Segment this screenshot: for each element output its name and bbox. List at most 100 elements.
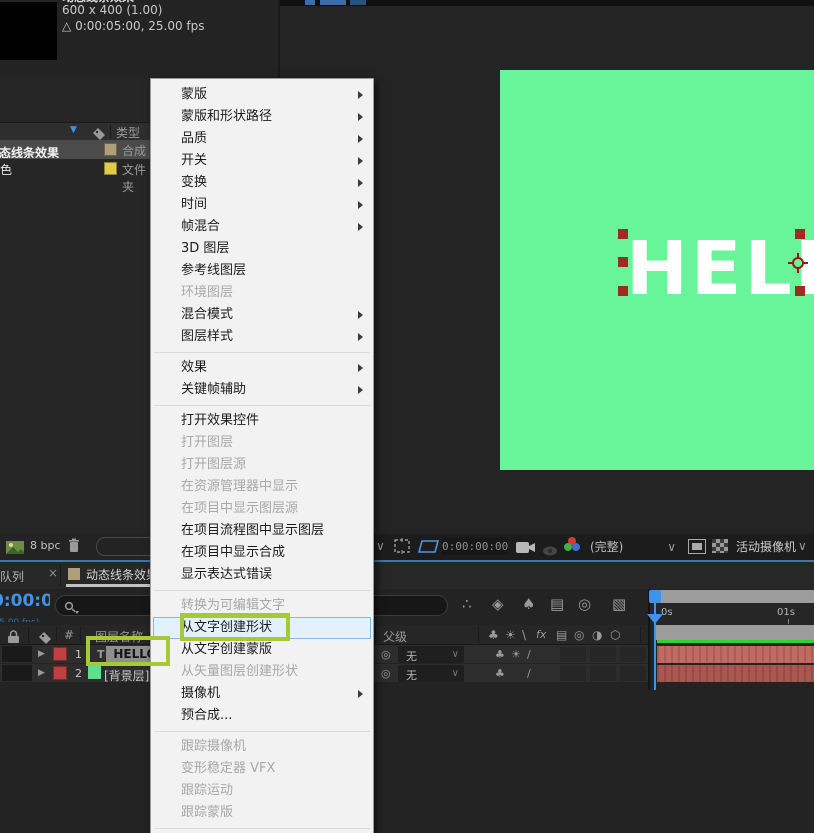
menu-item[interactable]: 蒙版和形状路径	[151, 106, 373, 128]
menu-item[interactable]: 在项目流程图中显示图层	[151, 520, 373, 542]
folder-color-swatch[interactable]	[104, 162, 117, 175]
time-navigator-bar[interactable]	[655, 590, 814, 603]
selection-handle[interactable]	[618, 229, 628, 239]
selection-handle[interactable]	[618, 257, 628, 267]
footer-pill-control[interactable]	[96, 537, 158, 556]
expand-arrow-icon[interactable]: ▶	[38, 668, 45, 678]
switch-cell[interactable]	[590, 647, 616, 662]
current-timecode[interactable]: 0:00:00	[0, 591, 50, 611]
menu-item[interactable]: 开关	[151, 150, 373, 172]
selection-handle[interactable]	[618, 286, 628, 296]
layer-number-column[interactable]: #	[64, 628, 74, 642]
collapse-switch-icon[interactable]: ☀	[505, 628, 516, 642]
type-column-header[interactable]: 类型	[116, 124, 140, 141]
layer-label-swatch[interactable]	[53, 666, 67, 680]
hide-shy-layers-icon[interactable]: ♠	[522, 595, 535, 613]
menu-item[interactable]: 摄像机	[151, 683, 373, 705]
menu-item: 在资源管理器中显示	[151, 476, 373, 498]
anchor-point-icon[interactable]	[788, 253, 808, 277]
trash-icon[interactable]	[68, 538, 80, 557]
parent-pickwhip-icon[interactable]: ◎	[381, 667, 391, 680]
menu-item[interactable]: 变换	[151, 172, 373, 194]
comp-mini-flowchart-icon[interactable]: ∴	[462, 595, 472, 613]
project-row-comp[interactable]: 动态线条效果 合成	[0, 140, 150, 159]
tab-close-icon[interactable]: ×	[48, 566, 58, 580]
fx-switch-icon[interactable]: fx	[536, 628, 546, 641]
work-area-bar[interactable]	[655, 625, 814, 640]
project-row-folder[interactable]: 色 文件夹	[0, 159, 150, 194]
selection-handle[interactable]	[795, 286, 805, 296]
quality-toggle-icon[interactable]: /	[527, 667, 531, 680]
submenu-arrow-icon	[358, 386, 363, 394]
magnification-select[interactable]: (完整) ∨	[590, 537, 682, 557]
video-toggle[interactable]	[2, 646, 32, 662]
tab-render-queue[interactable]: 渲染队列	[0, 566, 44, 582]
sort-triangle-icon[interactable]: ▼	[70, 125, 77, 135]
interpret-footage-icon[interactable]	[6, 539, 24, 558]
parent-select[interactable]: 无 ∨	[398, 665, 464, 682]
comp-color-swatch[interactable]	[104, 143, 117, 156]
target-region-icon[interactable]	[688, 539, 706, 554]
quality-switch-icon[interactable]: \	[522, 628, 526, 642]
toolbar-chevron-icon[interactable]: ∨	[376, 539, 385, 553]
shy-toggle-icon[interactable]: ♣	[495, 667, 505, 680]
transparency-grid-icon[interactable]	[712, 539, 728, 553]
collapse-toggle-icon[interactable]: ☀	[511, 648, 521, 661]
menu-item[interactable]: 打开效果控件	[151, 410, 373, 432]
switch-cell[interactable]	[620, 666, 646, 681]
layer-label-swatch[interactable]	[53, 647, 67, 661]
menu-item[interactable]: 从文字创建蒙版	[151, 639, 373, 661]
tab-composition[interactable]: 动态线条效果	[86, 566, 158, 583]
menu-item[interactable]: 在项目中显示合成	[151, 542, 373, 564]
layer-name[interactable]: [背景层]	[104, 667, 149, 684]
draft-3d-icon[interactable]: ◈	[492, 595, 504, 613]
menu-item[interactable]: 显示表达式错误	[151, 564, 373, 586]
channel-rgb-icon[interactable]	[564, 537, 580, 553]
motion-blur-icon[interactable]: ◎	[578, 595, 591, 613]
selection-handle[interactable]	[795, 229, 805, 239]
parent-select[interactable]: 无 ∨	[398, 646, 464, 663]
motion-blur-switch-icon[interactable]: ◎	[574, 628, 584, 642]
timeline-tab-bar: 渲染队列 × 动态线条效果	[0, 562, 814, 589]
bpc-button[interactable]: 8 bpc	[30, 539, 61, 552]
menu-item[interactable]: 品质	[151, 128, 373, 150]
menu-item[interactable]: 帧混合	[151, 216, 373, 238]
chevron-down-icon[interactable]: ∨	[798, 539, 807, 553]
menu-item[interactable]: 参考线图层	[151, 260, 373, 282]
menu-item[interactable]: 蒙版	[151, 84, 373, 106]
menu-item[interactable]: 关键帧辅助	[151, 379, 373, 401]
playhead-marker[interactable]	[647, 614, 663, 624]
layer-duration-bar[interactable]	[657, 665, 814, 682]
menu-item[interactable]: 3D 图层	[151, 238, 373, 260]
switch-cell[interactable]	[560, 647, 586, 662]
frame-blending-icon[interactable]: ▤	[550, 595, 564, 613]
video-toggle[interactable]	[2, 665, 32, 681]
menu-item[interactable]: 图层样式	[151, 326, 373, 348]
menu-item[interactable]: 时间	[151, 194, 373, 216]
time-ruler[interactable]: 0s 01s	[650, 603, 814, 625]
region-of-interest-icon[interactable]	[392, 538, 412, 559]
switch-cell[interactable]	[590, 666, 616, 681]
snapshot-camera-icon[interactable]	[516, 539, 536, 558]
grid-guides-icon[interactable]	[417, 539, 440, 558]
expand-arrow-icon[interactable]: ▶	[38, 649, 45, 659]
graph-editor-icon[interactable]: ▧	[612, 595, 626, 613]
threed-switch-icon[interactable]: ⬡	[610, 628, 620, 642]
parent-column[interactable]: 父级	[383, 628, 407, 645]
preview-timecode[interactable]: 0:00:00:00	[442, 538, 508, 555]
shy-switch-icon[interactable]: ♣	[488, 628, 499, 642]
frame-blend-switch-icon[interactable]: ▤	[556, 628, 567, 642]
menu-item[interactable]: 预合成...	[151, 705, 373, 727]
comp-text-hello[interactable]: HELLO	[626, 226, 814, 312]
shy-toggle-icon[interactable]: ♣	[495, 648, 505, 661]
switch-cell[interactable]	[560, 666, 586, 681]
switch-cell[interactable]	[620, 647, 646, 662]
quality-toggle-icon[interactable]: /	[527, 648, 531, 661]
composition-viewport[interactable]: HELLO	[500, 70, 814, 470]
adjustment-switch-icon[interactable]: ◑	[592, 628, 602, 642]
show-snapshot-icon[interactable]	[542, 541, 558, 560]
menu-item[interactable]: 混合模式	[151, 304, 373, 326]
parent-pickwhip-icon[interactable]: ◎	[381, 648, 391, 661]
layer-duration-bar[interactable]	[657, 646, 814, 663]
menu-item[interactable]: 效果	[151, 357, 373, 379]
